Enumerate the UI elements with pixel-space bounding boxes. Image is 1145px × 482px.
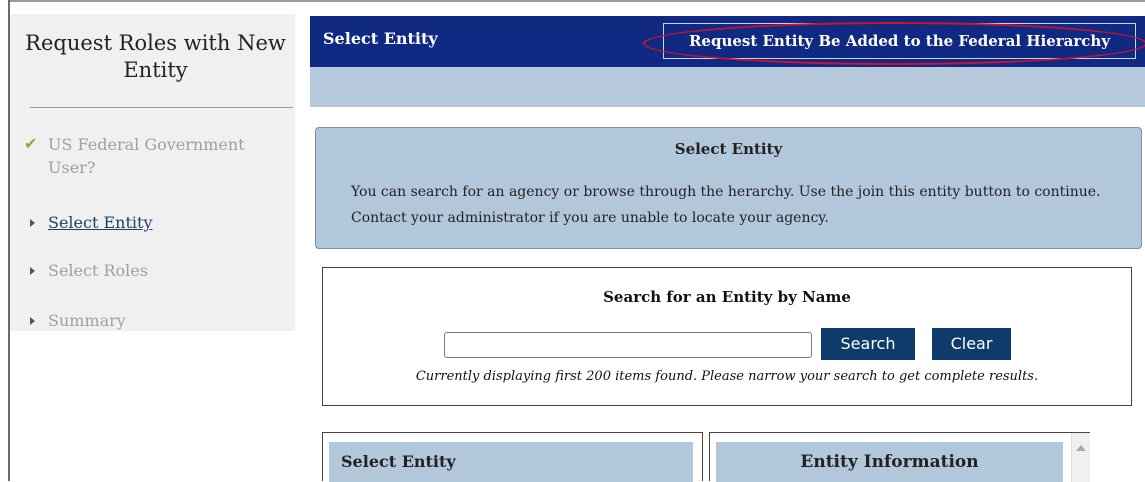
search-results-note: Currently displaying first 200 items fou… — [415, 369, 1039, 384]
entity-tree-title: Select Entity — [341, 452, 456, 471]
sidebar-item-select-roles: Select Roles — [20, 259, 290, 282]
entity-info-panel: Entity Information — [709, 432, 1090, 482]
page-header: Select Entity Request Entity Be Added to… — [310, 16, 1145, 67]
sidebar-item-summary: Summary — [20, 309, 290, 332]
entity-tree-header: Select Entity — [329, 442, 693, 482]
clear-button[interactable]: Clear — [932, 328, 1011, 360]
sidebar-item-select-entity[interactable]: Select Entity — [20, 211, 290, 234]
bullet-arrow-icon — [30, 219, 35, 227]
entity-info-title: Entity Information — [800, 452, 979, 472]
window-top-border — [8, 0, 1145, 2]
bullet-arrow-icon — [30, 267, 35, 275]
sidebar-item-label: Summary — [48, 311, 126, 330]
checkmark-icon: ✔ — [24, 134, 38, 153]
entity-tree-panel: Select Entity — [322, 432, 703, 482]
request-entity-button[interactable]: Request Entity Be Added to the Federal H… — [663, 23, 1136, 59]
sidebar-divider — [30, 107, 293, 108]
bullet-arrow-icon — [30, 317, 35, 325]
instructions-title: Select Entity — [674, 140, 783, 158]
sidebar-item-label: Select Roles — [48, 261, 148, 280]
entity-info-scrollbar[interactable] — [1071, 433, 1090, 482]
header-subbar — [310, 67, 1145, 107]
search-panel: Search for an Entity by Name Search Clea… — [322, 267, 1132, 406]
search-button[interactable]: Search — [821, 328, 915, 360]
sidebar-item-label[interactable]: Select Entity — [48, 211, 153, 234]
entity-info-header: Entity Information — [716, 442, 1063, 482]
sidebar-title: Request Roles with New Entity — [25, 31, 286, 82]
search-title: Search for an Entity by Name — [603, 288, 851, 306]
instructions-text: You can search for an agency or browse t… — [351, 184, 1101, 226]
scroll-up-arrow-icon[interactable] — [1076, 445, 1086, 451]
entity-search-input[interactable] — [444, 332, 812, 358]
sidebar-item-federal-user: ✔ US Federal Government User? — [20, 133, 290, 183]
instructions-panel: Select Entity You can search for an agen… — [315, 127, 1142, 249]
page-title: Select Entity — [323, 29, 438, 48]
sidebar-item-label: US Federal Government User? — [48, 135, 245, 177]
